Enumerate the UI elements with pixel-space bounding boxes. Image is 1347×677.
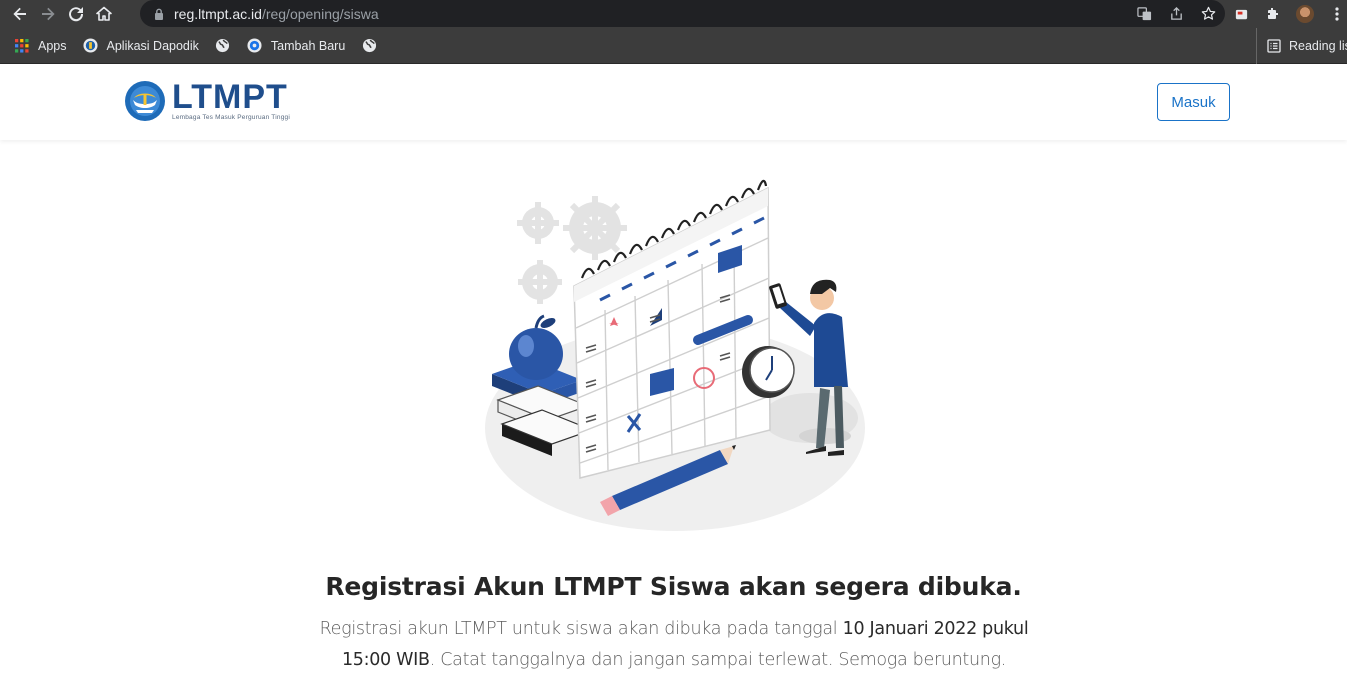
bookmark-tambah-baru[interactable]: Tambah Baru (247, 38, 345, 54)
translate-icon[interactable] (1135, 5, 1153, 23)
globe-icon (215, 38, 231, 54)
bookmark-label: Tambah Baru (270, 38, 346, 53)
dapodik-icon (83, 38, 99, 54)
address-bar[interactable]: reg.ltmpt.ac.id/reg/opening/siswa (140, 0, 1225, 27)
page-headline: Registrasi Akun LTMPT Siswa akan segera … (325, 572, 1022, 601)
apps-grid-icon (14, 38, 30, 54)
bookmark-globe-2[interactable] (361, 38, 377, 54)
site-header: LTMPT Lembaga Tes Masuk Perguruan Tinggi… (0, 64, 1347, 140)
browser-toolbar: reg.ltmpt.ac.id/reg/opening/siswa (0, 0, 1347, 28)
tambah-baru-icon (247, 38, 263, 54)
bookmark-label: Aplikasi Dapodik (106, 38, 199, 53)
logo-subtitle: Lembaga Tes Masuk Perguruan Tinggi (172, 114, 290, 121)
bookmark-star-icon[interactable] (1199, 5, 1217, 23)
share-icon[interactable] (1167, 5, 1185, 23)
arrow-left-icon (13, 7, 26, 21)
extensions-puzzle-icon[interactable] (1264, 5, 1282, 23)
reload-button[interactable] (62, 0, 90, 28)
description-text-1: Registrasi akun LTMPT untuk siswa akan d… (319, 619, 843, 639)
description-text-2: . Catat tanggalnya dan jangan sampai ter… (429, 650, 1007, 670)
reading-list-label: Reading list (1289, 39, 1347, 53)
url-host: reg.ltmpt.ac.id (174, 5, 262, 22)
reading-list-icon (1267, 39, 1281, 53)
home-button[interactable] (90, 0, 118, 28)
bookmark-apps[interactable]: Apps (14, 38, 67, 54)
bookmarks-bar: Apps Aplikasi Dapodik Tambah Baru Readin… (0, 28, 1347, 64)
reading-list-button[interactable]: Reading list (1256, 28, 1347, 64)
back-button[interactable] (6, 0, 34, 28)
bookmark-aplikasi-dapodik[interactable]: Aplikasi Dapodik (83, 38, 199, 54)
globe-icon (361, 38, 377, 54)
tut-wuri-handayani-emblem-icon (125, 81, 165, 121)
logo-wordmark: LTMPT (172, 78, 288, 116)
url-text: reg.ltmpt.ac.id/reg/opening/siswa (174, 6, 379, 22)
ltmpt-logo[interactable]: LTMPT Lembaga Tes Masuk Perguruan Tinggi (124, 80, 290, 122)
calendar-illustration (485, 179, 865, 531)
lock-icon (155, 8, 163, 20)
forward-button[interactable] (34, 0, 62, 28)
reload-icon (69, 7, 84, 22)
bookmark-label: Apps (38, 38, 67, 53)
main-content: Registrasi Akun LTMPT Siswa akan segera … (0, 140, 1347, 677)
menu-kebab-icon[interactable] (1328, 5, 1346, 23)
home-icon (96, 6, 112, 21)
login-button[interactable]: Masuk (1157, 83, 1230, 121)
tab-search-icon[interactable] (1232, 5, 1250, 23)
url-path: /reg/opening/siswa (261, 5, 379, 22)
profile-avatar[interactable] (1296, 5, 1314, 23)
page-description: Registrasi akun LTMPT untuk siswa akan d… (313, 614, 1035, 676)
arrow-right-icon (42, 7, 55, 21)
bookmark-globe-1[interactable] (215, 38, 231, 54)
